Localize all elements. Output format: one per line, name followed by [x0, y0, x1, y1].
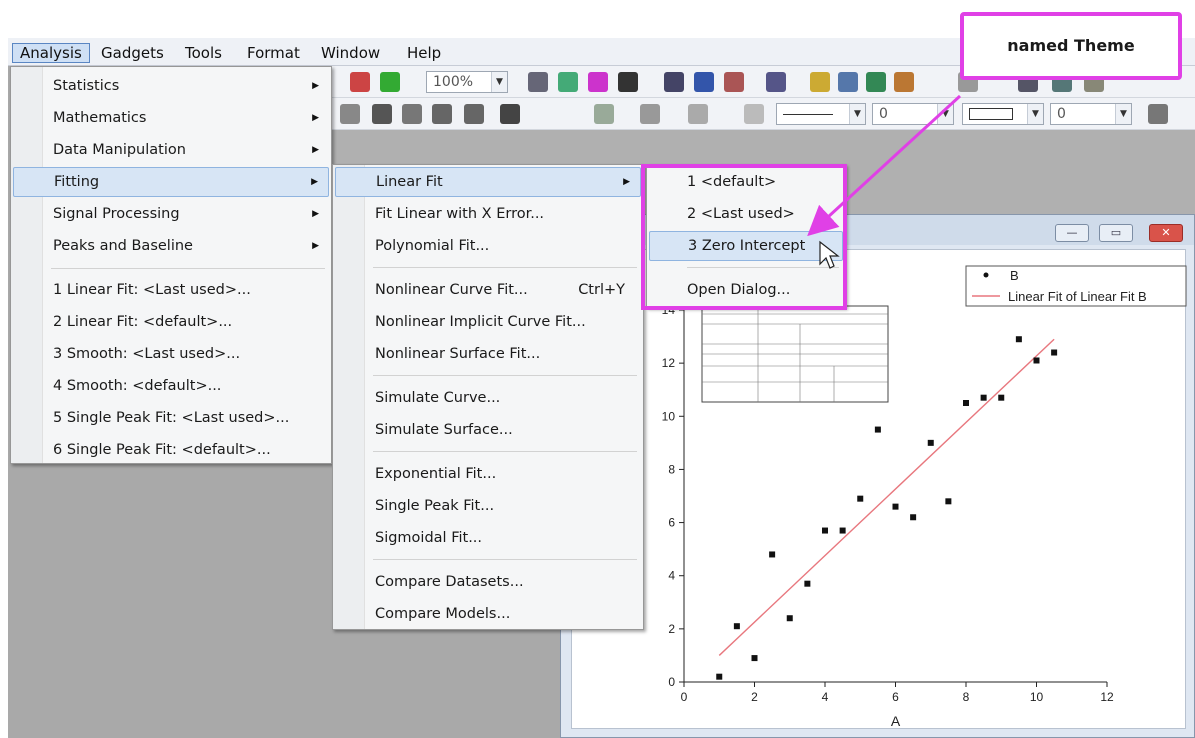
- annotation-arrow: [807, 94, 962, 237]
- mouse-pointer-icon: [819, 240, 840, 269]
